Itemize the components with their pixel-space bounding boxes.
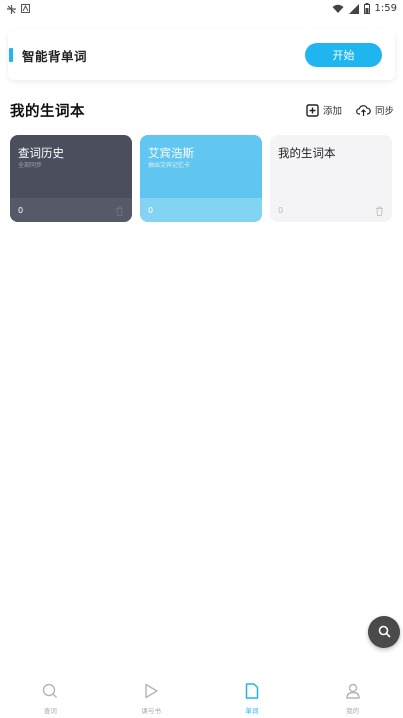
sync-button[interactable]: 同步 — [356, 103, 394, 117]
wordbook-section-title: 我的生词本 — [10, 103, 85, 120]
card-count: 0 — [148, 205, 154, 215]
add-icon — [306, 103, 319, 117]
status-time: 1:59 — [374, 3, 397, 14]
wordbook-section-header: 我的生词本 添加 同步 — [10, 100, 394, 120]
trash-icon[interactable] — [375, 201, 384, 220]
wifi-icon — [332, 4, 344, 14]
bottom-nav: 查词 课与书 单词 我的 — [0, 680, 403, 718]
nav-label: 课与书 — [141, 707, 161, 715]
card-subtitle: 抽出艾宾记忆卡 — [148, 162, 191, 169]
smart-memorize-header: 智能背单词 — [8, 46, 87, 65]
nav-item-words[interactable]: 单词 — [202, 683, 302, 715]
nav-label: 查词 — [43, 707, 57, 715]
nav-item-lookup[interactable]: 查词 — [0, 683, 100, 715]
status-right: 1:59 — [332, 3, 397, 14]
person-icon — [345, 683, 361, 703]
nav-item-me[interactable]: 我的 — [303, 683, 403, 715]
card-title: 查词历史 — [18, 146, 64, 160]
document-icon — [245, 683, 259, 703]
search-icon — [378, 623, 391, 642]
card-count: 0 — [18, 205, 24, 215]
cloud-sync-icon — [356, 104, 371, 117]
card-title: 我的生词本 — [278, 146, 336, 160]
card-footer: 0 — [10, 198, 132, 222]
battery-icon — [363, 3, 370, 14]
accent-bar — [9, 48, 13, 62]
play-icon — [143, 683, 159, 703]
nav-label: 我的 — [346, 707, 360, 715]
card-title: 艾宾浩斯 — [148, 146, 194, 160]
card-count: 0 — [278, 205, 284, 215]
wordbook-actions: 添加 同步 — [306, 103, 394, 117]
smart-memorize-card: 智能背单词 开始 — [8, 30, 395, 80]
nav-item-courses[interactable]: 课与书 — [101, 683, 201, 715]
trash-icon[interactable] — [115, 201, 124, 220]
app-notification-icon — [6, 4, 16, 14]
add-label: 添加 — [322, 106, 342, 117]
start-button[interactable]: 开始 — [305, 43, 382, 67]
wordbook-cards: 查词历史 全部同步 0 艾宾浩斯 抽出艾宾记忆卡 0 我的生词本 0 — [10, 135, 394, 222]
wordbook-card-mine[interactable]: 我的生词本 0 — [270, 135, 392, 222]
card-subtitle: 全部同步 — [18, 162, 43, 169]
card-footer: 0 — [140, 198, 262, 222]
signal-icon — [348, 3, 359, 14]
sync-label: 同步 — [374, 106, 394, 117]
status-left — [6, 3, 31, 14]
add-wordbook-button[interactable]: 添加 — [306, 103, 342, 117]
floating-search-button[interactable] — [368, 616, 400, 648]
smart-memorize-title: 智能背单词 — [22, 48, 88, 64]
wordbook-card-ebbinghaus[interactable]: 艾宾浩斯 抽出艾宾记忆卡 0 — [140, 135, 262, 222]
search-icon — [42, 683, 58, 703]
status-bar: 1:59 — [0, 0, 403, 17]
text-icon — [21, 3, 31, 14]
nav-label: 单词 — [245, 707, 259, 715]
card-footer: 0 — [270, 198, 392, 222]
wordbook-card-history[interactable]: 查词历史 全部同步 0 — [10, 135, 132, 222]
